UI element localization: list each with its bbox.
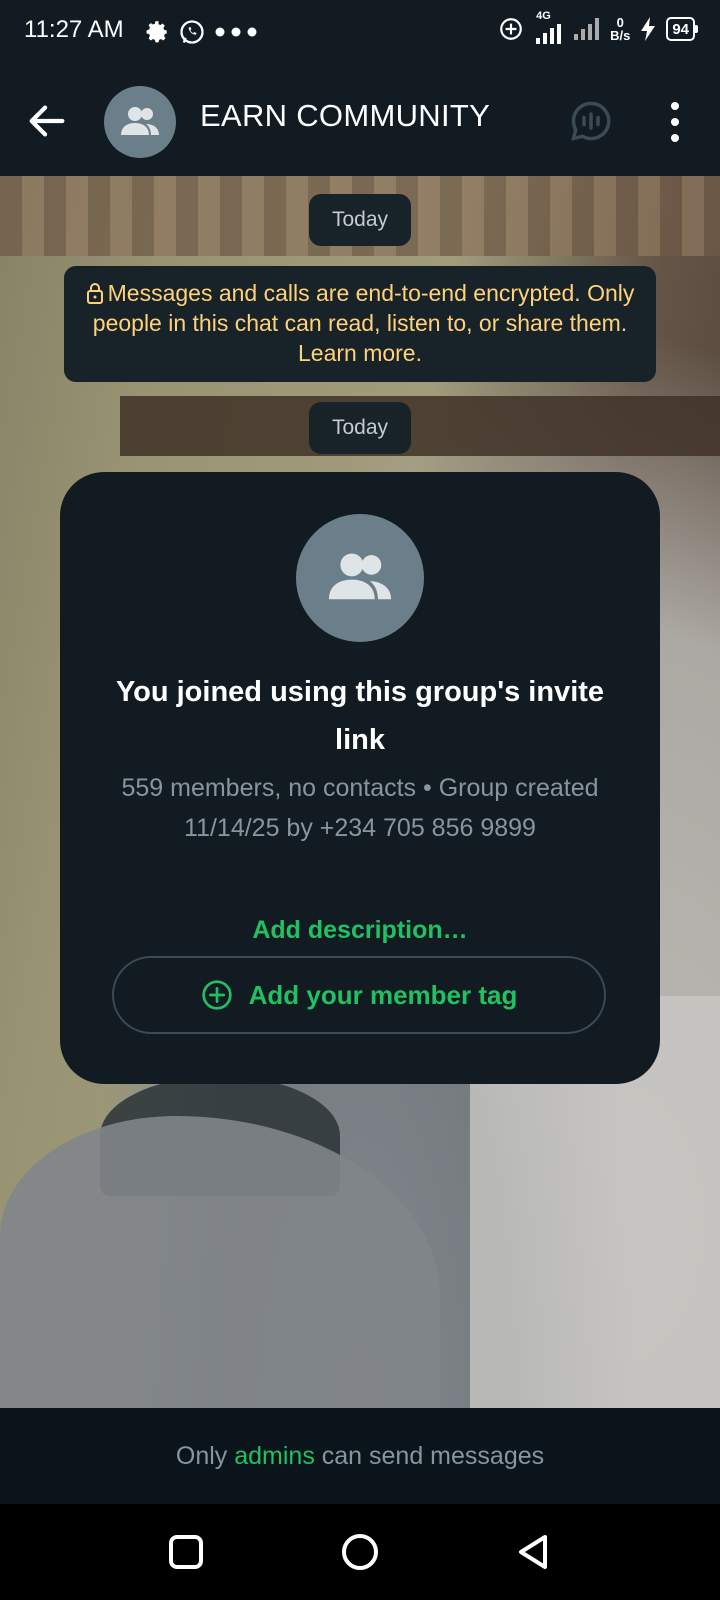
data-saver-icon bbox=[500, 18, 522, 40]
add-member-tag-button[interactable]: Add your member tag bbox=[112, 956, 606, 1034]
chat-title[interactable]: EARN COMMUNITY bbox=[200, 98, 490, 134]
group-avatar[interactable] bbox=[104, 86, 176, 158]
signal-bars-icon bbox=[574, 18, 600, 40]
status-bar: 11:27 AM 4G 0 B/s 94 bbox=[0, 0, 720, 64]
status-notification-icons bbox=[144, 18, 258, 46]
network-type-label: 4G bbox=[536, 10, 551, 22]
group-meta-info: 559 members, no contacts • Group created… bbox=[121, 774, 599, 842]
status-time: 11:27 AM bbox=[24, 16, 124, 43]
back-nav-icon[interactable] bbox=[514, 1532, 554, 1572]
back-arrow-icon[interactable] bbox=[24, 98, 70, 144]
chat-app-bar: EARN COMMUNITY bbox=[0, 64, 720, 176]
add-member-tag-label: Add your member tag bbox=[248, 979, 518, 1010]
voice-chat-icon[interactable] bbox=[570, 100, 612, 142]
restriction-prefix: Only bbox=[175, 1441, 235, 1470]
group-avatar-large[interactable] bbox=[296, 514, 424, 642]
more-options-icon[interactable] bbox=[660, 98, 690, 146]
system-navigation-bar bbox=[0, 1504, 720, 1600]
encryption-notice[interactable]: Messages and calls are end-to-end encryp… bbox=[64, 266, 656, 382]
battery-level: 94 bbox=[672, 20, 689, 38]
battery-icon: 94 bbox=[666, 17, 698, 41]
join-message-title: You joined using this group's invite lin… bbox=[115, 676, 605, 756]
send-restriction-bar: Only admins can send messages bbox=[0, 1408, 720, 1504]
group-people-icon bbox=[328, 553, 392, 600]
recent-apps-icon[interactable] bbox=[166, 1532, 206, 1572]
settings-gear-icon bbox=[146, 21, 167, 43]
restriction-suffix: can send messages bbox=[314, 1441, 545, 1470]
data-speed-unit: B/s bbox=[610, 28, 631, 43]
date-pill: Today bbox=[309, 402, 411, 454]
status-system-icons: 4G 0 B/s 94 bbox=[498, 10, 698, 44]
home-icon[interactable] bbox=[340, 1532, 380, 1572]
whatsapp-icon bbox=[180, 20, 204, 44]
group-info-card: You joined using this group's invite lin… bbox=[60, 472, 660, 1084]
add-circle-icon bbox=[201, 980, 232, 1010]
signal-4g-icon: 4G bbox=[534, 10, 562, 44]
wallpaper-shirt bbox=[0, 1116, 440, 1408]
lock-icon bbox=[86, 283, 103, 304]
more-notifications-icon bbox=[215, 27, 257, 37]
charging-bolt-icon bbox=[641, 17, 656, 41]
encryption-notice-text: Messages and calls are end-to-end encryp… bbox=[92, 280, 635, 366]
admins-link[interactable]: admins bbox=[234, 1442, 315, 1471]
group-people-icon bbox=[121, 107, 159, 135]
date-pill: Today bbox=[309, 194, 411, 246]
add-description-link[interactable]: Add description… bbox=[60, 916, 660, 945]
data-speed-indicator: 0 B/s bbox=[610, 16, 630, 42]
wallpaper-doorframe bbox=[120, 396, 720, 456]
